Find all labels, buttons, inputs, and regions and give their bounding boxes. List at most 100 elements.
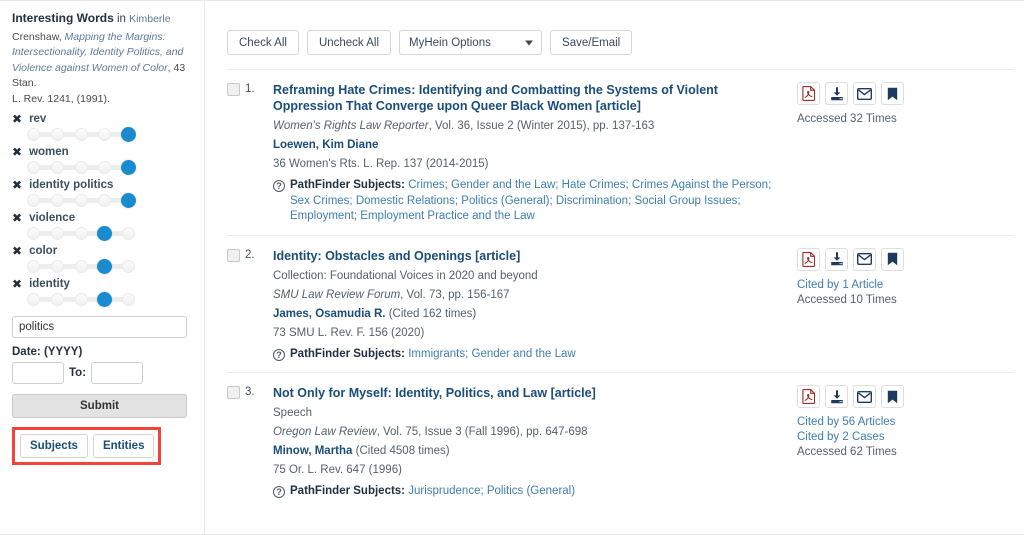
slider-notch[interactable]	[122, 293, 135, 306]
results-list: 1. Reframing Hate Crimes: Identifying and…	[227, 69, 1014, 510]
slider-notch[interactable]	[27, 227, 40, 240]
word-weight-slider[interactable]	[26, 160, 136, 175]
slider-notch[interactable]	[50, 161, 64, 174]
result-checkbox[interactable]	[227, 248, 240, 262]
check-all-button[interactable]: Check All	[227, 30, 299, 55]
slider-notch[interactable]	[27, 194, 40, 207]
result-title-link[interactable]: Identity: Obstacles and Openings [articl…	[273, 248, 781, 264]
slider-notch[interactable]	[74, 293, 88, 306]
close-icon[interactable]: ✖	[12, 212, 22, 224]
interesting-words-author: Kimberle	[129, 13, 171, 25]
bookmark-icon[interactable]	[881, 247, 904, 271]
slider-row: ✖ rev	[12, 113, 194, 142]
slider-row: ✖ identity politics	[12, 179, 194, 208]
result-author-link[interactable]: Loewen, Kim Diane	[273, 139, 378, 151]
pathfinder-subjects[interactable]: Immigrants; Gender and the Law	[408, 348, 575, 360]
result-author-link[interactable]: Minow, Martha	[273, 445, 352, 457]
slider-notch[interactable]	[74, 194, 88, 207]
slider-notch[interactable]	[122, 260, 135, 273]
email-icon[interactable]	[853, 82, 876, 105]
slider-notch[interactable]	[50, 128, 64, 141]
slider-notch[interactable]	[98, 194, 112, 207]
result-source-title: Women's Rights Law Reporter	[273, 120, 429, 132]
slider-label-line: ✖ women	[12, 146, 194, 158]
slider-thumb[interactable]	[97, 259, 113, 274]
pdf-icon[interactable]	[797, 385, 820, 408]
slider-label: color	[29, 245, 58, 257]
accessed-count: Accessed 62 Times	[797, 446, 897, 458]
submit-button[interactable]: Submit	[12, 394, 187, 418]
result-checkbox[interactable]	[227, 386, 240, 399]
result-title-link[interactable]: Not Only for Myself: Identity, Politics,…	[273, 385, 781, 401]
keyword-input[interactable]	[12, 316, 187, 338]
download-icon[interactable]	[825, 247, 848, 271]
word-weight-slider[interactable]	[26, 292, 136, 307]
bookmark-icon[interactable]	[881, 385, 904, 408]
slider-notch[interactable]	[27, 260, 40, 273]
email-icon[interactable]	[853, 247, 876, 271]
slider-notch[interactable]	[74, 161, 88, 174]
slider-thumb[interactable]	[121, 193, 136, 208]
slider-notch[interactable]	[122, 227, 135, 240]
uncheck-all-button[interactable]: Uncheck All	[306, 30, 392, 55]
slider-notch[interactable]	[50, 194, 64, 207]
word-weight-slider[interactable]	[26, 127, 136, 142]
entities-tab-button[interactable]: Entities	[92, 434, 155, 458]
cited-by-link[interactable]: Cited by 2 Cases	[797, 430, 951, 445]
myhein-options-select[interactable]: MyHein Options	[399, 30, 543, 55]
slider-notch[interactable]	[74, 260, 88, 273]
slider-notch[interactable]	[74, 227, 88, 240]
pdf-icon[interactable]	[797, 247, 820, 271]
result-row: 2. Identity: Obstacles and Openings [arti…	[227, 234, 1014, 373]
result-author-link[interactable]: James, Osamudia R.	[273, 308, 386, 320]
slider-thumb[interactable]	[97, 292, 113, 307]
close-icon[interactable]: ✖	[12, 245, 22, 257]
help-question-icon[interactable]: ?	[273, 180, 285, 192]
bookmark-icon[interactable]	[881, 82, 904, 105]
slider-notch[interactable]	[27, 161, 40, 174]
slider-notch[interactable]	[50, 260, 64, 273]
close-icon[interactable]: ✖	[12, 179, 22, 191]
close-icon[interactable]: ✖	[12, 146, 22, 158]
result-collection: Speech	[273, 407, 313, 419]
slider-notch[interactable]	[98, 128, 112, 141]
citation-line4-plain: L. Rev. 1241, (1991).	[12, 92, 110, 105]
help-question-icon[interactable]: ?	[273, 486, 285, 498]
subjects-tab-button[interactable]: Subjects	[20, 434, 88, 458]
result-checkbox[interactable]	[227, 83, 240, 96]
slider-thumb[interactable]	[97, 226, 113, 241]
download-icon[interactable]	[825, 82, 848, 105]
date-range-row: To:	[12, 362, 194, 384]
close-icon[interactable]: ✖	[12, 278, 22, 290]
save-email-button[interactable]: Save/Email	[550, 30, 633, 55]
slider-notch[interactable]	[74, 128, 88, 141]
slider-notch[interactable]	[50, 227, 64, 240]
email-icon[interactable]	[853, 385, 876, 408]
slider-thumb[interactable]	[121, 160, 136, 175]
pathfinder-row: ? PathFinder Subjects: Jurisprudence; Pol…	[273, 484, 781, 500]
date-from-input[interactable]	[12, 362, 64, 384]
date-to-input[interactable]	[91, 362, 144, 384]
slider-notch[interactable]	[27, 293, 40, 306]
word-weight-slider[interactable]	[26, 193, 136, 208]
cited-by-link[interactable]: Cited by 56 Articles	[797, 415, 951, 430]
pathfinder-row: ? PathFinder Subjects: Crimes; Gender and…	[273, 178, 781, 225]
result-source: Women's Rights Law Reporter, Vol. 36, Is…	[273, 118, 781, 134]
close-icon[interactable]: ✖	[12, 113, 22, 125]
help-question-icon[interactable]: ?	[273, 348, 285, 361]
result-citation: 36 Women's Rts. L. Rep. 137 (2014-2015)	[273, 158, 489, 170]
word-weight-slider[interactable]	[26, 226, 136, 241]
result-title-link[interactable]: Reframing Hate Crimes: Identifying and C…	[273, 82, 781, 114]
pdf-icon[interactable]	[797, 82, 820, 105]
word-weight-slider[interactable]	[26, 259, 136, 274]
result-source: Oregon Law Review, Vol. 75, Issue 3 (Fal…	[273, 424, 781, 440]
slider-notch[interactable]	[50, 293, 64, 306]
slider-notch[interactable]	[98, 161, 112, 174]
slider-label: violence	[29, 212, 76, 224]
slider-thumb[interactable]	[121, 127, 136, 142]
download-icon[interactable]	[825, 385, 848, 408]
slider-notch[interactable]	[27, 128, 40, 141]
slider-label: identity politics	[29, 179, 114, 191]
cited-by-link[interactable]: Cited by 1 Article	[797, 278, 951, 293]
pathfinder-subjects[interactable]: Jurisprudence; Politics (General)	[408, 485, 575, 497]
